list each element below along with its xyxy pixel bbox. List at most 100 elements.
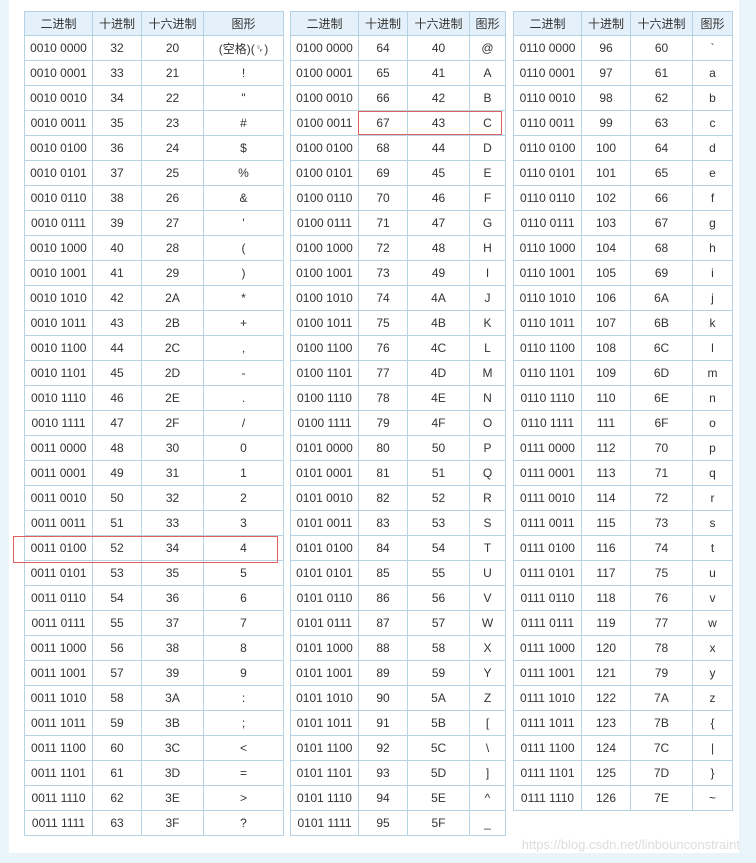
- table-cell: ;: [203, 710, 284, 736]
- table-cell: 0101 1000: [290, 635, 359, 661]
- table-row: 0110 0011 99 63 c: [513, 110, 733, 136]
- table-cell: 113: [581, 460, 631, 486]
- table-cell: 0011 0100: [24, 535, 93, 561]
- table-row: 0101 0101 85 55 U: [290, 560, 506, 586]
- table-row: 0010 0001 33 21!: [24, 60, 284, 86]
- table-cell: N: [469, 385, 506, 411]
- table-cell: 91: [358, 710, 408, 736]
- table-row: 0100 0100 68 44 D: [290, 135, 506, 161]
- table-cell: 112: [581, 435, 631, 461]
- table-cell: 50: [407, 435, 470, 461]
- table-cell: -: [203, 360, 284, 386]
- table-cell: 38: [141, 635, 204, 661]
- table-row: 0011 0011 51 33 3: [24, 510, 284, 536]
- table-cell: 0011 1110: [24, 785, 93, 811]
- table-cell: 3A: [141, 685, 204, 711]
- table-cell: 0010 0001: [24, 60, 93, 86]
- table-cell: 37: [141, 610, 204, 636]
- table-cell: 0010 1101: [24, 360, 93, 386]
- table-row: 0101 1111 95 5F _: [290, 810, 506, 836]
- table-row: 0101 1101 93 5D]: [290, 760, 506, 786]
- table-cell: 7C: [630, 735, 693, 761]
- table-cell: 4F: [407, 410, 470, 436]
- table-row: 0011 0001 49 31 1: [24, 460, 284, 486]
- table-cell: 0011 1100: [24, 735, 93, 761]
- table-cell: 0111 0001: [513, 460, 582, 486]
- table-cell: 35: [141, 560, 204, 586]
- table-cell: R: [469, 485, 506, 511]
- table-cell: 78: [630, 635, 693, 661]
- table-row: 0100 0110 70 46 F: [290, 185, 506, 211]
- table-cell: 27: [141, 210, 204, 236]
- table-cell: 56: [92, 635, 142, 661]
- table-row: 0110 1000 104 68 h: [513, 235, 733, 261]
- table-cell: ?: [203, 810, 284, 836]
- table-cell: q: [692, 460, 733, 486]
- table-cell: 95: [358, 810, 408, 836]
- table-row: 0011 0110 54 36 6: [24, 585, 284, 611]
- table-cell: 57: [92, 660, 142, 686]
- table-cell: c: [692, 110, 733, 136]
- table-row: 0110 0001 97 61 a: [513, 60, 733, 86]
- table-row: 0011 0111 55 37 7: [24, 610, 284, 636]
- table-cell: 38: [92, 185, 142, 211]
- table-row: 0110 0010 98 62 b: [513, 85, 733, 111]
- table-cell: 123: [581, 710, 631, 736]
- table-cell: 0111 0110: [513, 585, 582, 611]
- table-cell: 40: [407, 35, 470, 61]
- table-row: 0111 1010 122 7A z: [513, 685, 733, 711]
- table-cell: G: [469, 210, 506, 236]
- table-cell: 0111 1100: [513, 735, 582, 761]
- table-cell: 31: [141, 460, 204, 486]
- table-cell: 114: [581, 485, 631, 511]
- table-row: 0111 0011 115 73 s: [513, 510, 733, 536]
- table-row: 0111 0101 117 75 u: [513, 560, 733, 586]
- table-cell: 30: [141, 435, 204, 461]
- table-cell: 64: [358, 35, 408, 61]
- table-cell: 53: [92, 560, 142, 586]
- table-cell: 79: [630, 660, 693, 686]
- column-header: 二进制: [513, 11, 582, 36]
- table-row: 0110 0100 100 64 d: [513, 135, 733, 161]
- table-cell: 40: [92, 235, 142, 261]
- table-cell: 37: [92, 160, 142, 186]
- table-row: 0100 1111 79 4F O: [290, 410, 506, 436]
- table-cell: 2C: [141, 335, 204, 361]
- table-cell: 0101 0001: [290, 460, 359, 486]
- table-row: 0010 1110 46 2E.: [24, 385, 284, 411]
- table-cell: 0011 0011: [24, 510, 93, 536]
- table-cell: f: [692, 185, 733, 211]
- table-cell: 0101 1010: [290, 685, 359, 711]
- table-cell: 0101 1100: [290, 735, 359, 761]
- table-row: 0110 1100 108 6C l: [513, 335, 733, 361]
- table-cell: 3F: [141, 810, 204, 836]
- table-cell: 45: [92, 360, 142, 386]
- table-cell: 0100 1011: [290, 310, 359, 336]
- table-cell: 0: [203, 435, 284, 461]
- table-cell: r: [692, 485, 733, 511]
- table-cell: 56: [407, 585, 470, 611]
- table-row: 0101 0010 82 52 R: [290, 485, 506, 511]
- table-cell: 3C: [141, 735, 204, 761]
- table-cell: L: [469, 335, 506, 361]
- table-cell: 0010 1011: [24, 310, 93, 336]
- table-cell: 118: [581, 585, 631, 611]
- table-cell: 5C: [407, 735, 470, 761]
- table-cell: J: [469, 285, 506, 311]
- table-cell: E: [469, 160, 506, 186]
- table-cell: 111: [581, 410, 631, 436]
- table-cell: 5D: [407, 760, 470, 786]
- table-cell: 94: [358, 785, 408, 811]
- table-cell: 22: [141, 85, 204, 111]
- header-row: 二进制 十进制 十六进制 图形: [513, 11, 733, 36]
- header-row: 二进制 十进制 十六进制 图形: [24, 11, 284, 36]
- table-row: 0100 1101 77 4D M: [290, 360, 506, 386]
- table-cell: 65: [358, 60, 408, 86]
- table-cell: 0101 0100: [290, 535, 359, 561]
- table-cell: 86: [358, 585, 408, 611]
- table-row: 0010 0101 37 25%: [24, 160, 284, 186]
- table-cell: 4C: [407, 335, 470, 361]
- table-cell: [: [469, 710, 506, 736]
- table-cell: 2A: [141, 285, 204, 311]
- table-cell: 79: [358, 410, 408, 436]
